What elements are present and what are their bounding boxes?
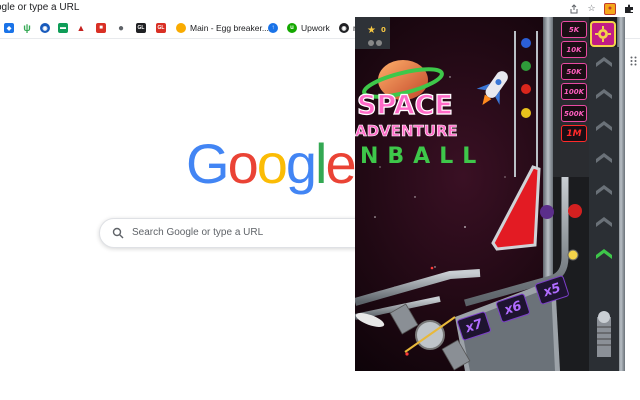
extension-pinball-icon[interactable]: ● (604, 2, 616, 15)
score-value: 0 (381, 26, 386, 34)
red-square-icon: ■ (96, 23, 106, 33)
gl-icon: GL (136, 23, 146, 33)
car-icon: ▬ (58, 23, 68, 33)
ship-icon: ▲ (76, 23, 86, 33)
bookmark-apple[interactable]: ● (116, 21, 126, 35)
title-adventure: ADVENTURE (355, 122, 458, 140)
title-space: SPACE (357, 90, 453, 121)
extensions-puzzle-icon[interactable] (623, 3, 634, 14)
google-logo: Google (186, 132, 357, 195)
gear-icon (595, 26, 611, 42)
bookmark-cube[interactable]: ◆ (4, 21, 14, 35)
apple-icon: ● (116, 22, 126, 34)
bookmark-gl-red[interactable]: GL (156, 21, 166, 35)
multiplier-500k: 500K (561, 105, 587, 122)
share-icon[interactable] (568, 3, 579, 14)
bookmark-upwork[interactable]: u Upwork (287, 21, 330, 35)
bookmark-globe[interactable]: ◉ (40, 21, 50, 35)
multiplier-100k: 100K (561, 83, 587, 100)
multiplier-10k: 10K (561, 41, 587, 58)
egg-breaker-icon (176, 23, 186, 33)
address-bar[interactable]: ogle or type a URL ☆ ● (0, 0, 640, 17)
bookmark-gl[interactable]: GL (136, 21, 146, 35)
light-yellow (521, 108, 531, 118)
bookmark-star-icon[interactable]: ☆ (586, 3, 597, 14)
upwork-icon: u (287, 23, 297, 33)
globe-dark-icon: ◉ (339, 23, 349, 33)
bookmark-cactus[interactable]: ψ (22, 21, 32, 35)
bookmark-upload[interactable]: ↑ (268, 21, 278, 35)
omnibox-text[interactable]: ogle or type a URL (0, 2, 79, 13)
multiplier-1m: 1M (561, 125, 587, 142)
light-blue (521, 38, 531, 48)
score-star-icon: ★ (367, 25, 376, 36)
title-pinball: NBALL (360, 144, 485, 169)
search-box[interactable]: Search Google or type a URL (99, 218, 399, 248)
logo-letter: o (227, 132, 259, 195)
globe-icon: ◉ (40, 23, 50, 33)
purple-bumper (540, 205, 554, 219)
bookmark-label: Upwork (301, 23, 330, 33)
bookmark-label: Main - Egg breaker... (190, 23, 269, 33)
cactus-icon: ψ (22, 22, 32, 34)
bookmark-red-square[interactable]: ■ (96, 21, 106, 35)
pinball-game-popup[interactable]: ★ 0 SPACE ADVENTURE NBALL 5K 10K 50K 100… (355, 17, 625, 371)
gl-red-icon: GL (156, 23, 166, 33)
light-green (521, 61, 531, 71)
logo-letter: G (186, 132, 230, 195)
cube-icon: ◆ (4, 23, 14, 33)
bookmark-ship[interactable]: ▲ (76, 21, 86, 35)
address-bar-actions: ☆ ● (568, 0, 640, 17)
red-bumper (568, 204, 582, 218)
apps-grid-icon[interactable] (630, 56, 638, 66)
browser-window: ogle or type a URL ☆ ● ◆ ψ ◉ ▬ ▲ ■ ● GL … (0, 0, 640, 400)
logo-letter: l (315, 132, 328, 195)
multiplier-50k: 50K (561, 63, 587, 80)
light-red (521, 84, 531, 94)
upload-icon: ↑ (268, 23, 278, 33)
search-placeholder: Search Google or type a URL (132, 227, 264, 238)
logo-letter: e (325, 132, 356, 195)
logo-letter: o (256, 132, 288, 195)
search-icon (112, 227, 124, 239)
bookmark-car[interactable]: ▬ (58, 21, 68, 35)
bookmark-egg-breaker[interactable]: Main - Egg breaker... (176, 21, 269, 35)
logo-letter: g (285, 132, 317, 195)
multiplier-5k: 5K (561, 21, 587, 38)
settings-button[interactable] (590, 21, 616, 47)
